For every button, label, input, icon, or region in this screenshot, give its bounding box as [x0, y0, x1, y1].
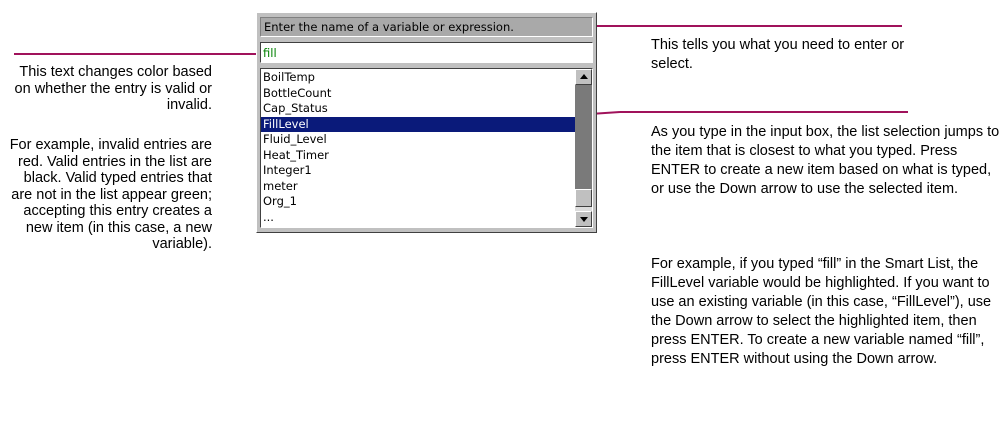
list-item[interactable]: Integer1	[261, 163, 575, 179]
right-note-1: This tells you what you need to enter or…	[651, 37, 905, 72]
list-item[interactable]: meter	[261, 179, 575, 195]
item-list[interactable]: BoilTemp BottleCount Cap_Status FillLevel Fl…	[260, 68, 593, 228]
scroll-up-button[interactable]	[575, 69, 592, 85]
scroll-thumb[interactable]	[575, 189, 592, 207]
prompt-bar: Enter the name of a variable or expressi…	[260, 17, 593, 37]
list-item[interactable]: BottleCount	[261, 86, 575, 102]
right-note-2: As you type in the input box, the list s…	[651, 124, 999, 197]
list-item[interactable]: Org_1	[261, 194, 575, 210]
smart-list-dialog: Enter the name of a variable or expressi…	[256, 12, 597, 233]
arrow-down-icon	[580, 217, 588, 222]
list-item[interactable]: Heat_Timer	[261, 148, 575, 164]
arrow-up-icon	[580, 74, 588, 79]
left-note-1: This text changes color based on whether…	[14, 64, 212, 113]
list-item[interactable]: FillLevel	[261, 116, 575, 132]
scroll-track[interactable]	[575, 85, 592, 189]
entry-input[interactable]	[260, 42, 593, 63]
left-note-2: For example, invalid entries are red. Va…	[9, 137, 212, 252]
list-item[interactable]: Fluid_Level	[261, 132, 575, 148]
scroll-down-button[interactable]	[575, 211, 592, 227]
vertical-scrollbar[interactable]	[575, 69, 592, 227]
list-item[interactable]: BoilTemp	[261, 70, 575, 86]
list-item[interactable]: ...	[261, 210, 575, 226]
list-item[interactable]: Cap_Status	[261, 101, 575, 117]
right-note-3: For example, if you typed “fill” in the …	[651, 256, 992, 367]
